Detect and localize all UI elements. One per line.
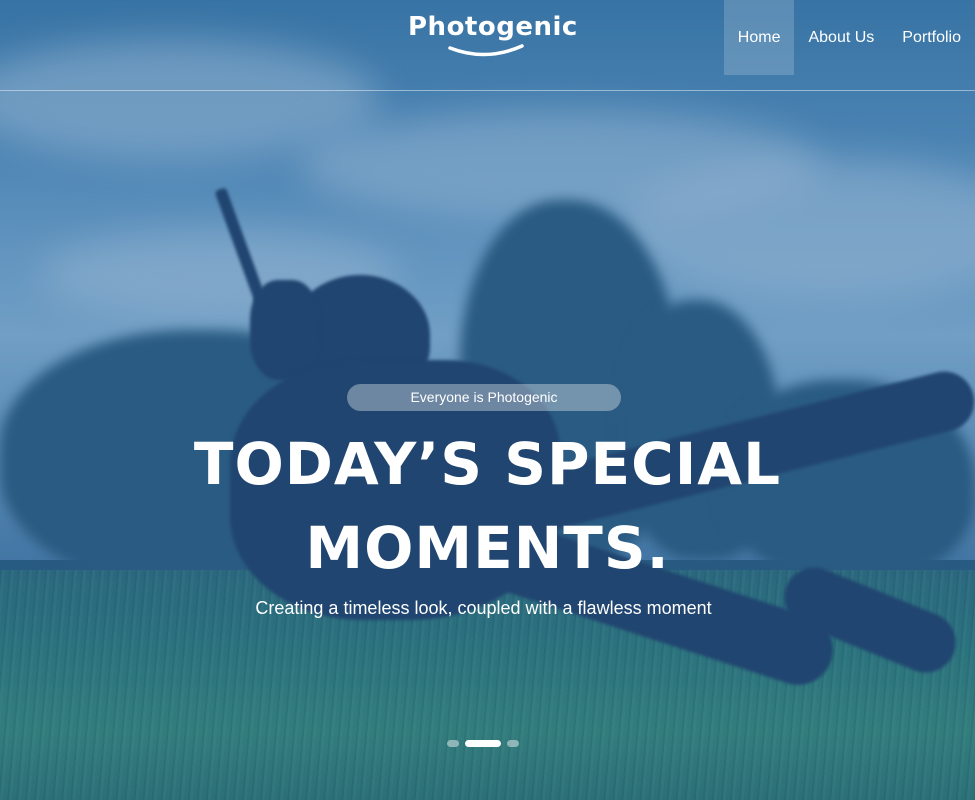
logo[interactable]: Photogenic	[408, 12, 577, 60]
slider-pagination	[447, 740, 519, 747]
nav-item-about-us[interactable]: About Us	[794, 0, 888, 75]
nav-item-portfolio[interactable]: Portfolio	[888, 0, 975, 75]
slider-dot-1[interactable]	[447, 740, 459, 747]
main-nav: Home About Us Portfolio	[723, 0, 975, 90]
site-header: Photogenic Home About Us Portfolio	[0, 0, 975, 91]
logo-text: Photogenic	[408, 12, 578, 42]
slider-dot-2[interactable]	[465, 740, 501, 747]
hero-headline: TODAY’S SPECIAL MOMENTS.	[100, 422, 875, 590]
hero-tagline-badge: Everyone is Photogenic	[347, 384, 621, 411]
hero-subtitle: Creating a timeless look, coupled with a…	[255, 598, 712, 618]
hero-headline-line-2: MOMENTS.	[305, 514, 670, 582]
nav-item-home[interactable]: Home	[723, 0, 795, 75]
slider-dot-3[interactable]	[507, 740, 519, 747]
logo-smile-icon	[448, 44, 524, 57]
hero-headline-line-1: TODAY’S SPECIAL	[193, 430, 782, 498]
